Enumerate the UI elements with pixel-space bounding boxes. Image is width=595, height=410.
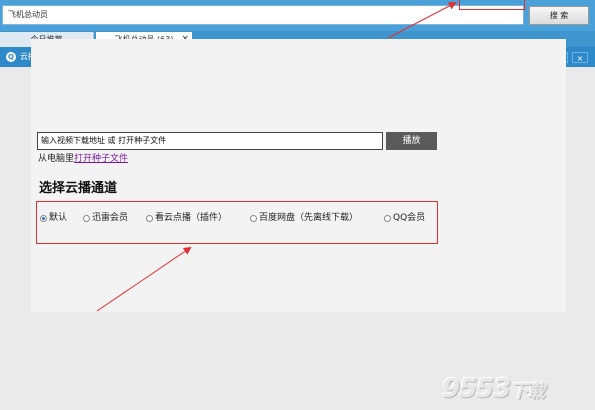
open-torrent-link[interactable]: 打开种子文件 xyxy=(74,154,128,164)
search-input[interactable]: 飞机总动员 xyxy=(2,5,524,25)
play-button[interactable]: 播放 xyxy=(386,132,437,150)
close-button[interactable]: × xyxy=(572,52,588,63)
channel-option-baidu[interactable]: 百度网盘（先离线下载） xyxy=(250,212,358,224)
site-watermark-logo: 9553下载 xyxy=(442,374,545,404)
watermark-number: 9553 xyxy=(442,374,511,404)
channel-option-default[interactable]: 默认 xyxy=(40,212,67,224)
top-search-bar: 飞机总动员 搜 索 xyxy=(0,0,595,31)
radio-icon[interactable] xyxy=(83,214,90,222)
channel-option-qq[interactable]: QQ会员 xyxy=(384,212,425,224)
player-panel xyxy=(31,39,566,312)
channel-option-label: 百度网盘（先离线下载） xyxy=(259,213,359,223)
channel-option-label: QQ会员 xyxy=(393,213,426,223)
watermark-suffix: 下载 xyxy=(510,381,545,402)
highlight-marker-box xyxy=(459,0,525,10)
radio-icon[interactable] xyxy=(250,214,257,222)
search-button[interactable]: 搜 索 xyxy=(529,6,589,25)
radio-icon[interactable] xyxy=(146,214,153,222)
radio-selected-icon[interactable] xyxy=(40,214,47,222)
video-url-input[interactable]: 输入视频下载地址 或 打开种子文件 xyxy=(37,132,383,150)
app-logo-icon: Q xyxy=(6,52,16,62)
channel-option-label: 默认 xyxy=(49,213,68,223)
channel-option-xunlei[interactable]: 迅雷会员 xyxy=(83,212,128,224)
channel-option-kanyun[interactable]: 看云点播（插件） xyxy=(146,212,227,224)
channel-section-title: 选择云播通道 xyxy=(39,181,118,196)
open-prefix-text: 从电脑里 xyxy=(38,154,75,164)
radio-icon[interactable] xyxy=(384,214,391,222)
channel-option-label: 迅雷会员 xyxy=(92,213,129,223)
open-torrent-row: 从电脑里打开种子文件 xyxy=(38,153,128,165)
channel-option-label: 看云点播（插件） xyxy=(155,213,228,223)
